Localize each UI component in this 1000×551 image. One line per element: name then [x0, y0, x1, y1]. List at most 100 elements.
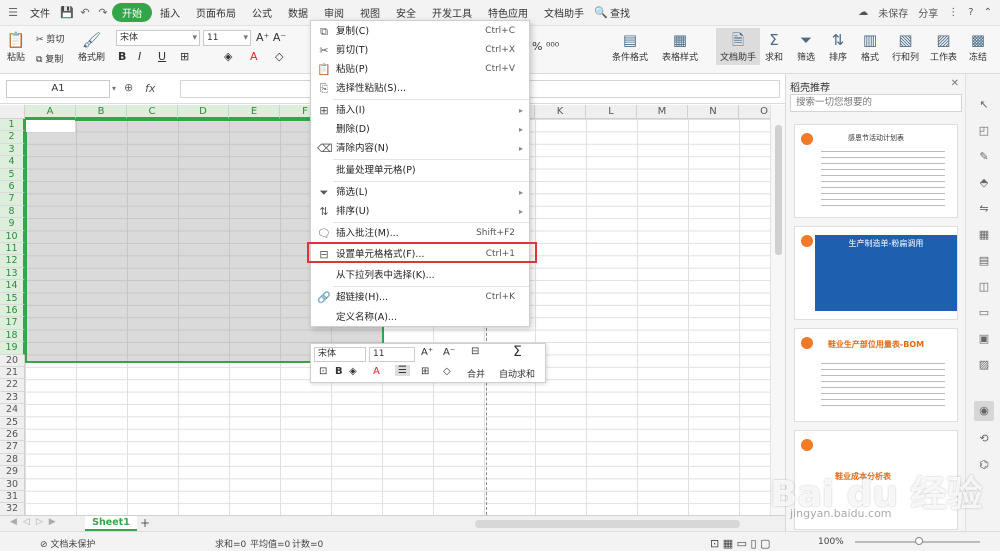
row-header[interactable]: 1: [0, 119, 25, 132]
tab-view[interactable]: 视图: [352, 5, 388, 20]
share-button[interactable]: 分享: [918, 5, 938, 20]
bold-icon[interactable]: B: [335, 366, 343, 377]
menu-item-copy[interactable]: ⧉ 复制(C) Ctrl+C: [311, 22, 529, 41]
row-header[interactable]: 30: [0, 478, 25, 491]
eraser-icon[interactable]: ◇: [443, 366, 451, 377]
increase-font-icon[interactable]: A⁺: [421, 347, 433, 358]
row-header[interactable]: 32: [0, 503, 25, 515]
tab-page-layout[interactable]: 页面布局: [188, 5, 244, 20]
row-header[interactable]: 22: [0, 379, 25, 392]
shapes-icon[interactable]: ◰: [977, 124, 991, 138]
collapse-icon[interactable]: ⌃: [984, 7, 992, 18]
table-style-button[interactable]: ▦ 表格样式: [662, 30, 698, 63]
decrease-font-icon[interactable]: A⁻: [443, 347, 455, 358]
backup-icon[interactable]: ⬘: [977, 176, 991, 190]
close-icon[interactable]: ✕: [951, 78, 959, 89]
fx-icon[interactable]: fx: [145, 82, 155, 95]
mini-font-size-select[interactable]: 11: [369, 347, 415, 362]
clear-icon[interactable]: ◇: [275, 50, 283, 63]
row-header[interactable]: 11: [0, 243, 25, 256]
row-header[interactable]: 18: [0, 329, 25, 343]
row-header[interactable]: 19: [0, 342, 25, 355]
docer-icon[interactable]: ◉: [974, 401, 994, 421]
copy-button[interactable]: ⧉ 复制: [36, 52, 63, 65]
fill-color-icon[interactable]: ◈: [224, 50, 232, 63]
column-header[interactable]: A: [25, 105, 76, 119]
underline-icon[interactable]: U: [158, 50, 166, 63]
document-icon[interactable]: ▭: [977, 306, 991, 320]
column-header[interactable]: M: [637, 105, 688, 119]
table-icon[interactable]: ▤: [977, 254, 991, 268]
row-header[interactable]: 13: [0, 267, 25, 281]
vertical-scrollbar[interactable]: [770, 105, 785, 515]
row-header[interactable]: 24: [0, 404, 25, 417]
bold-icon[interactable]: B: [118, 50, 126, 63]
menu-item-delete[interactable]: 删除(D) ▸: [311, 120, 529, 139]
doc-assistant-button[interactable]: 🗎 文档助手: [716, 28, 761, 65]
menu-item-hyperlink[interactable]: 🔗 超链接(H)... Ctrl+K: [311, 288, 529, 307]
template-card[interactable]: 感恩节活动计划表: [794, 124, 958, 218]
filter-button[interactable]: ⏷ 筛选: [796, 30, 816, 63]
row-header[interactable]: 10: [0, 230, 25, 243]
tab-data[interactable]: 数据: [280, 5, 316, 20]
row-header[interactable]: 3: [0, 143, 25, 157]
image-icon[interactable]: ▨: [977, 358, 991, 372]
add-sheet-icon[interactable]: +: [140, 516, 150, 530]
menu-item-insert[interactable]: ⊞ 插入(I) ▸: [311, 101, 529, 120]
help-icon[interactable]: ?: [968, 7, 973, 18]
border-icon[interactable]: ⊞: [421, 366, 429, 377]
undo-icon[interactable]: ↶: [76, 6, 94, 19]
sheet-tab-sheet1[interactable]: Sheet1: [85, 516, 137, 531]
mini-font-name-select[interactable]: 宋体: [314, 347, 366, 362]
zoom-icon[interactable]: ⊕: [124, 81, 133, 94]
italic-icon[interactable]: I: [138, 50, 141, 63]
style-icon[interactable]: ✎: [977, 150, 991, 164]
row-header[interactable]: 26: [0, 429, 25, 442]
tab-features[interactable]: 特色应用: [480, 5, 536, 20]
menu-item-batch[interactable]: 批量处理单元格(P): [311, 161, 529, 180]
zoom-level[interactable]: 100%: [818, 537, 844, 547]
unsaved-status[interactable]: 未保存: [878, 5, 908, 20]
row-header[interactable]: 16: [0, 305, 25, 318]
tab-insert[interactable]: 插入: [152, 5, 188, 20]
row-header[interactable]: 7: [0, 193, 25, 206]
zoom-slider-knob[interactable]: [915, 537, 923, 545]
row-header[interactable]: 17: [0, 317, 25, 330]
tab-developer[interactable]: 开发工具: [424, 5, 480, 20]
save-icon[interactable]: 💾: [58, 6, 76, 19]
cloud-icon[interactable]: ☁: [858, 7, 868, 18]
sum-button[interactable]: Σ 求和: [764, 30, 784, 63]
search-icon[interactable]: 🔍: [592, 6, 610, 19]
row-header[interactable]: 20: [0, 354, 25, 367]
tab-doc-assistant[interactable]: 文档助手: [536, 5, 592, 20]
history-icon[interactable]: ⟲: [977, 432, 991, 446]
template-card[interactable]: 生产制造单-粉扁调用: [794, 226, 958, 320]
row-header[interactable]: 28: [0, 453, 25, 467]
menu-item-sort[interactable]: ⇅ 排序(U) ▸: [311, 202, 529, 221]
format-button[interactable]: ▥ 格式: [860, 30, 880, 63]
rows-cols-button[interactable]: ▧ 行和列: [892, 30, 919, 63]
row-header[interactable]: 6: [0, 181, 25, 194]
tab-formula[interactable]: 公式: [244, 5, 280, 20]
column-header[interactable]: D: [178, 105, 229, 119]
redo-icon[interactable]: ↷: [94, 6, 112, 19]
horizontal-scrollbar[interactable]: [475, 520, 740, 528]
worksheet-button[interactable]: ▨ 工作表: [930, 30, 957, 63]
template-card[interactable]: 鞋业生产部位用量表-BOM: [794, 328, 958, 422]
tab-home[interactable]: 开始: [112, 3, 152, 22]
number-format-icon[interactable]: % ⁰⁰⁰: [532, 40, 559, 53]
row-header[interactable]: 21: [0, 367, 25, 380]
column-header[interactable]: L: [586, 105, 637, 119]
select-all-corner[interactable]: [0, 105, 25, 119]
grid-icon[interactable]: ▦: [977, 228, 991, 242]
row-header[interactable]: 31: [0, 491, 25, 504]
file-menu[interactable]: 文件: [22, 5, 58, 20]
paste-button[interactable]: 📋 粘贴: [6, 30, 26, 63]
row-header[interactable]: 29: [0, 466, 25, 479]
hamburger-icon[interactable]: ☰: [4, 6, 22, 19]
align-icon[interactable]: ☰: [395, 365, 410, 376]
menu-item-cut[interactable]: ✂ 剪切(T) Ctrl+X: [311, 41, 529, 60]
font-color-icon[interactable]: A: [373, 366, 380, 377]
sheet-nav-icons[interactable]: ◀◁▷▶: [10, 517, 62, 527]
row-header[interactable]: 4: [0, 156, 25, 169]
